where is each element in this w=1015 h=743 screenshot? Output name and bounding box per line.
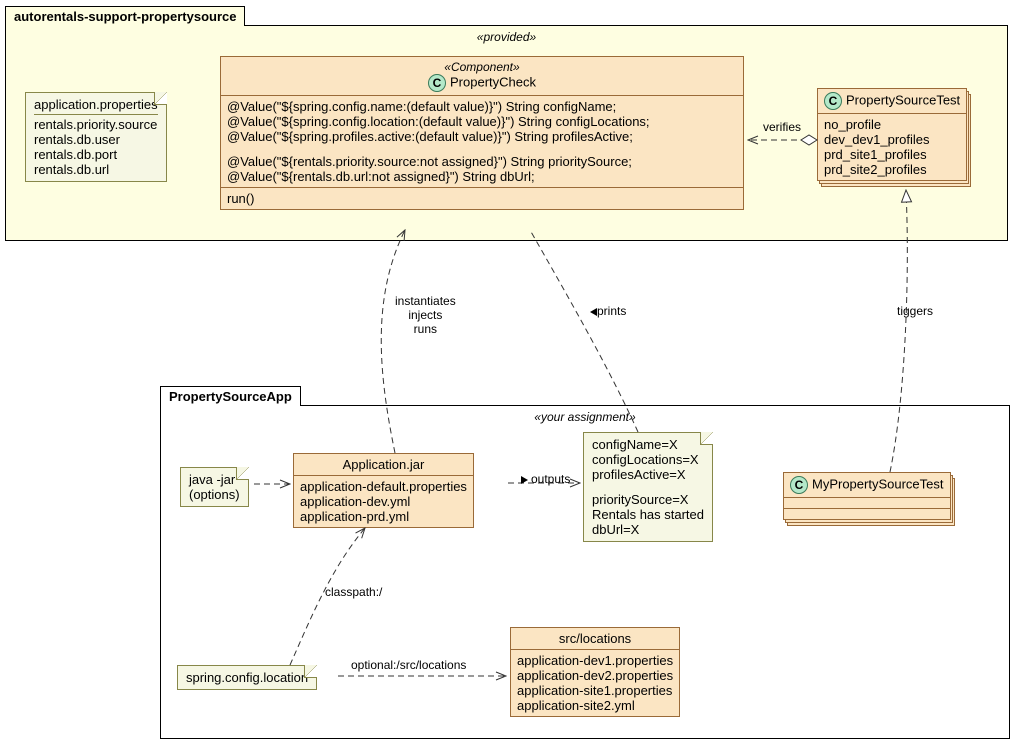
attr-line: application-default.properties [300, 479, 467, 494]
attr-line: prd_site1_profiles [824, 147, 960, 162]
component-icon: C [790, 476, 808, 494]
attr-line: application-site1.properties [517, 683, 673, 698]
attr-line: @Value("${spring.profiles.active:(defaul… [227, 129, 737, 144]
label-verifies: verifies [763, 120, 801, 134]
op-line: run() [227, 191, 737, 206]
note-application-properties: application.properties rentals.priority.… [25, 92, 167, 182]
component-icon: C [428, 74, 446, 92]
note-line: configLocations=X [592, 452, 704, 467]
note-line: configName=X [592, 437, 704, 452]
note-line: rentals.db.user [34, 132, 158, 147]
note-line: java -jar [189, 472, 240, 487]
label-outputs: outputs [521, 472, 570, 486]
note-line: rentals.priority.source [34, 117, 158, 132]
note-spring-config-location: spring.config.location [177, 665, 317, 690]
note-line: rentals.db.port [34, 147, 158, 162]
attr-line: application-dev2.properties [517, 668, 673, 683]
package-provided-tab: autorentals-support-propertysource [5, 6, 245, 26]
label-prints: prints [587, 304, 626, 318]
label-classpath: classpath:/ [325, 585, 382, 599]
note-line: profilesActive=X [592, 467, 704, 482]
box-src-locations: src/locations application-dev1.propertie… [510, 627, 680, 717]
package-assignment-tab: PropertySourceApp [160, 386, 301, 406]
class-my-property-source-test: C MyPropertySourceTest [783, 472, 951, 520]
box-application-jar: Application.jar application-default.prop… [293, 453, 474, 528]
attr-line: application-dev.yml [300, 494, 467, 509]
attr-line: no_profile [824, 117, 960, 132]
label-optional: optional:/src/locations [351, 658, 466, 672]
box-title: src/locations [511, 628, 679, 649]
attr-line: prd_site2_profiles [824, 162, 960, 177]
label-tiggers: tiggers [897, 304, 933, 318]
direction-triangle-icon [590, 308, 597, 316]
attr-line: application-site2.yml [517, 698, 673, 713]
class-name: PropertyCheck [450, 74, 536, 89]
attr-line: application-dev1.properties [517, 653, 673, 668]
class-stereotype: «Component» [227, 60, 737, 74]
attr-line: @Value("${rentals.priority.source:not as… [227, 154, 737, 169]
class-name: PropertySourceTest [846, 92, 960, 107]
attr-line: application-prd.yml [300, 509, 467, 524]
attr-line: dev_dev1_profiles [824, 132, 960, 147]
attr-line: @Value("${spring.config.location:(defaul… [227, 114, 737, 129]
note-line: spring.config.location [186, 670, 308, 685]
attr-line: @Value("${spring.config.name:(default va… [227, 99, 737, 114]
note-line: dbUrl=X [592, 522, 704, 537]
package-assignment-stereotype: «your assignment» [161, 406, 1009, 424]
note-title: application.properties [34, 97, 158, 115]
component-icon: C [824, 92, 842, 110]
box-title: Application.jar [294, 454, 473, 475]
class-property-check: «Component» C PropertyCheck @Value("${spr… [220, 56, 744, 210]
class-name: MyPropertySourceTest [812, 476, 944, 491]
note-output: configName=X configLocations=X profilesA… [583, 432, 713, 542]
note-line: Rentals has started [592, 507, 704, 522]
note-line: prioritySource=X [592, 492, 704, 507]
note-java-jar: java -jar (options) [180, 467, 249, 507]
note-line: rentals.db.url [34, 162, 158, 177]
note-line: (options) [189, 487, 240, 502]
package-provided-stereotype: «provided» [6, 26, 1007, 44]
attr-line: @Value("${rentals.db.url:not assigned}")… [227, 169, 737, 184]
class-property-source-test: C PropertySourceTest no_profile dev_dev1_… [817, 88, 967, 181]
direction-triangle-icon [521, 476, 528, 484]
label-instantiates: instantiates injects runs [395, 294, 456, 336]
